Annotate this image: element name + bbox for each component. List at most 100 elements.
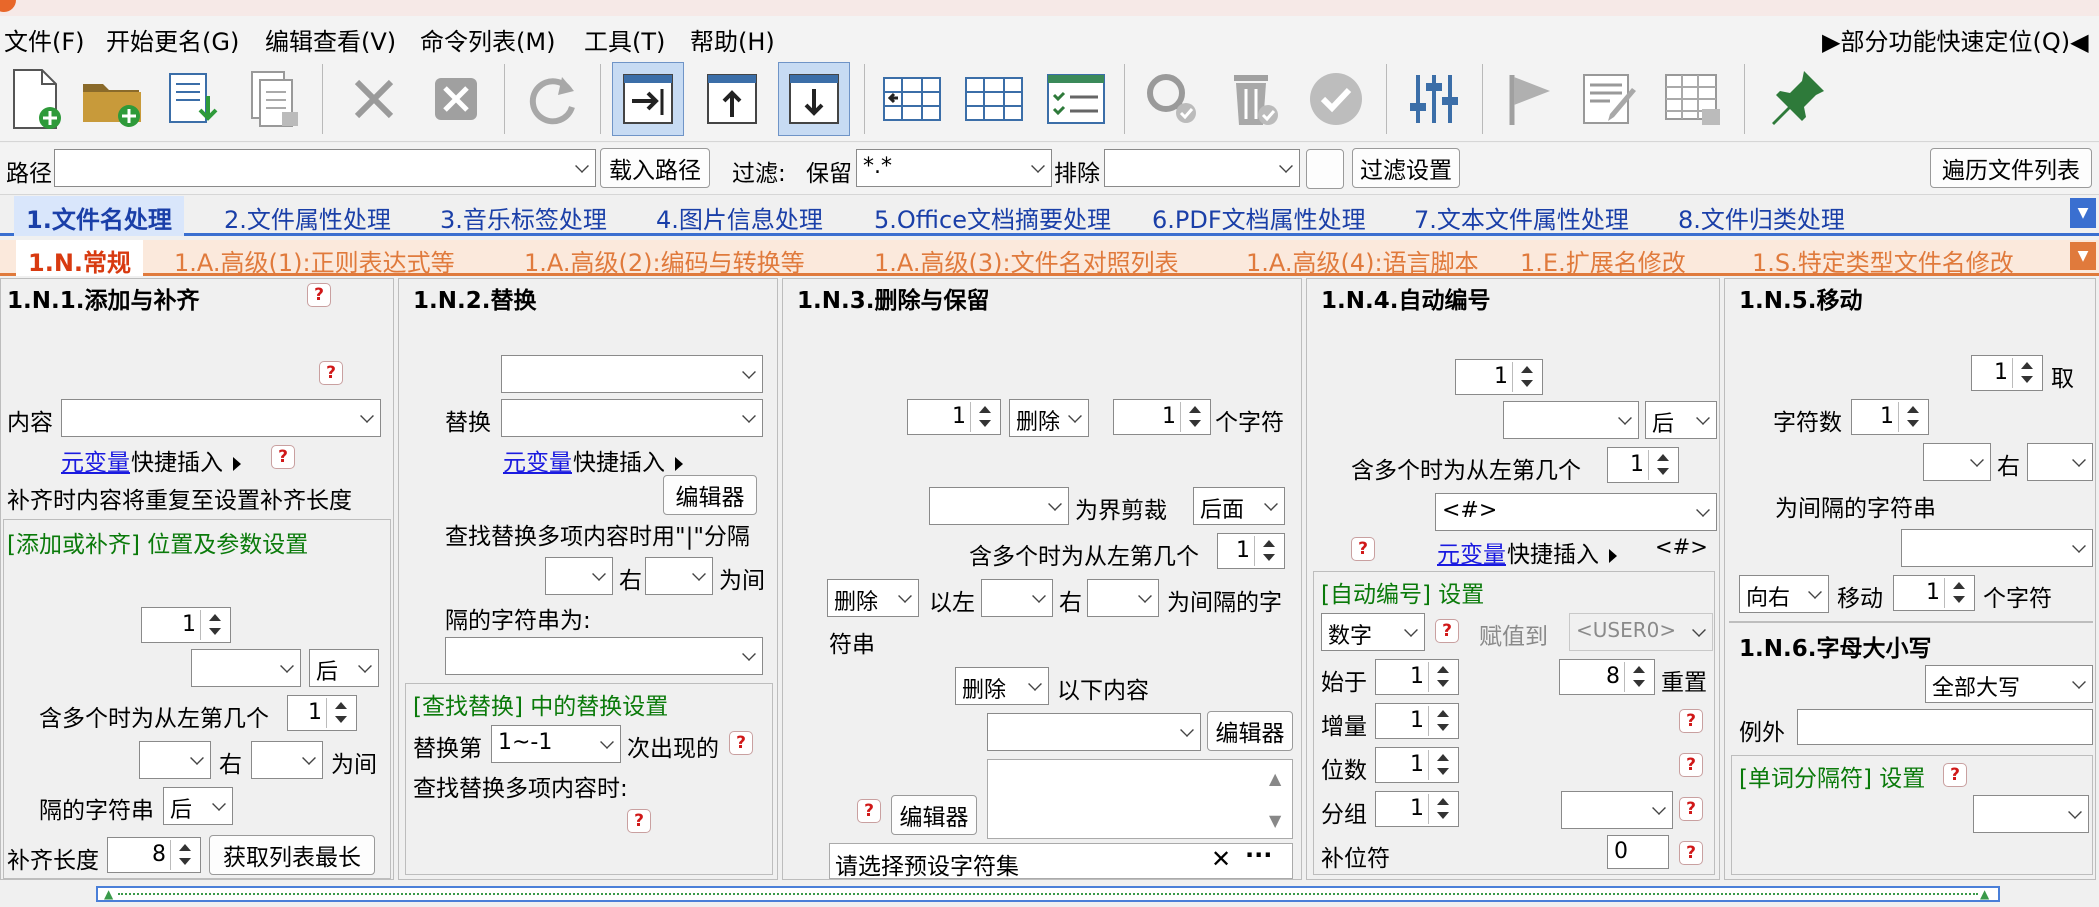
right-sep-select[interactable] — [645, 557, 713, 595]
menu-help[interactable]: 帮助(H) — [690, 22, 775, 57]
help-icon[interactable]: ? — [1351, 537, 1375, 561]
editor-button[interactable]: 编辑器 — [663, 475, 757, 515]
subtab-scroll-button[interactable]: ▼ — [2070, 242, 2096, 270]
group-sep-select[interactable] — [1561, 791, 1673, 829]
following-list[interactable] — [987, 759, 1293, 839]
menu-tools[interactable]: 工具(T) — [584, 22, 665, 57]
position-select[interactable] — [1503, 401, 1639, 439]
editor-button[interactable]: 编辑器 — [1207, 711, 1293, 751]
editor-button[interactable]: 编辑器 — [891, 795, 977, 835]
filter-toggle-button[interactable] — [1306, 149, 1344, 189]
exclude-filter-input[interactable] — [1104, 149, 1300, 187]
help-icon[interactable]: ? — [729, 731, 753, 755]
checklist-icon[interactable] — [1040, 62, 1112, 136]
menu-start-rename[interactable]: 开始更名(G) — [106, 22, 239, 57]
tab-image-info[interactable]: 4.图片信息处理 — [644, 196, 835, 236]
tab-file-classify[interactable]: 8.文件归类处理 — [1666, 196, 1857, 236]
char-count-spinner[interactable]: 1 — [1851, 399, 1929, 435]
group-spinner[interactable]: 1 — [1375, 791, 1459, 827]
number-type-select[interactable]: 数字 — [1321, 613, 1425, 651]
menu-command-list[interactable]: 命令列表(M) — [420, 22, 555, 57]
path-input[interactable] — [54, 149, 596, 187]
left-sep-select[interactable] — [545, 557, 613, 595]
multi-spinner[interactable]: 1 — [1217, 533, 1285, 569]
tab-file-attributes[interactable]: 2.文件属性处理 — [212, 196, 403, 236]
search-icon[interactable] — [1136, 62, 1208, 136]
pad-length-spinner[interactable]: 8 — [107, 837, 201, 873]
quick-insert-label[interactable]: 快捷插入 — [1507, 535, 1629, 569]
pad-char-input[interactable]: 0 — [1607, 835, 1669, 869]
right-sep-select[interactable] — [2027, 443, 2093, 481]
help-icon[interactable]: ? — [307, 283, 331, 307]
close-icon[interactable]: ✕ — [1211, 845, 1231, 873]
column-layout-icon[interactable] — [876, 62, 948, 136]
help-icon[interactable]: ? — [319, 361, 343, 385]
quick-insert-label[interactable]: 快捷插入 — [573, 443, 695, 477]
sep-str-input[interactable] — [1901, 529, 2093, 567]
tab-advanced-script[interactable]: 1.A.高级(4):语言脚本 — [1234, 240, 1491, 277]
move-up-icon[interactable] — [696, 62, 768, 136]
start-spinner[interactable]: 1 — [907, 399, 1001, 435]
tab-advanced-encoding[interactable]: 1.A.高级(2):编码与转换等 — [512, 240, 817, 277]
reset-spinner[interactable]: 8 — [1559, 659, 1655, 695]
get-max-length-button[interactable]: 获取列表最长 — [209, 835, 375, 875]
multi-spinner[interactable]: 1 — [287, 695, 357, 731]
help-icon[interactable]: ? — [1679, 841, 1703, 865]
more-icon[interactable]: ··· — [1245, 841, 1272, 869]
find-input[interactable] — [501, 355, 763, 393]
behind-select[interactable]: 后面 — [1193, 487, 1285, 525]
var-link[interactable]: 元变量 — [503, 443, 572, 477]
replace-input[interactable] — [501, 399, 763, 437]
edit-icon[interactable] — [1576, 62, 1648, 136]
boundary-input[interactable] — [929, 487, 1069, 525]
take-spinner[interactable]: 1 — [1971, 355, 2043, 391]
nth-select[interactable]: 1~-1 — [491, 725, 621, 763]
delete-left-select[interactable]: 删除 — [827, 579, 919, 617]
grid-icon[interactable] — [958, 62, 1030, 136]
content-input[interactable] — [61, 399, 381, 437]
help-icon[interactable]: ? — [1679, 753, 1703, 777]
sep-after-select[interactable]: 后 — [163, 787, 233, 825]
left-sep-select[interactable] — [1923, 443, 1991, 481]
move-down-icon[interactable] — [778, 62, 850, 136]
refresh-icon[interactable] — [516, 62, 588, 136]
case-select[interactable]: 全部大写 — [1925, 665, 2093, 703]
confirm-icon[interactable] — [1300, 62, 1372, 136]
scroll-up-icon[interactable]: ▲ — [1269, 769, 1281, 788]
tab-advanced-regex[interactable]: 1.A.高级(1):正则表达式等 — [162, 240, 467, 277]
left-sep-select[interactable] — [139, 741, 211, 779]
tab-advanced-mapping[interactable]: 1.A.高级(3):文件名对照列表 — [862, 240, 1191, 277]
quick-locate-menu[interactable]: ▶部分功能快速定位(Q)◀ — [1822, 22, 2089, 57]
tab-general[interactable]: 1.N.常规 — [16, 240, 144, 277]
scroll-down-icon[interactable]: ▼ — [1269, 811, 1281, 830]
tab-scroll-button[interactable]: ▼ — [2070, 198, 2096, 228]
tab-pdf-attributes[interactable]: 6.PDF文档属性处理 — [1140, 196, 1378, 236]
menu-edit-view[interactable]: 编辑查看(V) — [265, 22, 396, 57]
trash-check-icon[interactable] — [1218, 62, 1290, 136]
flag-icon[interactable] — [1494, 62, 1566, 136]
help-icon[interactable]: ? — [1943, 763, 1967, 787]
help-icon[interactable]: ? — [1679, 709, 1703, 733]
help-icon[interactable]: ? — [1435, 619, 1459, 643]
multi-spinner[interactable]: 1 — [1607, 447, 1679, 483]
var-link[interactable]: 元变量 — [1437, 535, 1506, 569]
new-file-icon[interactable] — [0, 62, 72, 136]
delete-following-select[interactable]: 删除 — [955, 667, 1049, 705]
digits-spinner[interactable]: 1 — [1375, 747, 1459, 783]
splitter-arrow-right-icon[interactable]: ▲ — [1980, 887, 1989, 901]
filter-settings-button[interactable]: 过滤设置 — [1352, 148, 1460, 188]
after-select[interactable]: 后 — [1645, 401, 1717, 439]
direction-select[interactable]: 向右 — [1739, 575, 1829, 613]
load-path-button[interactable]: 载入路径 — [600, 148, 710, 188]
sep-str-input[interactable] — [445, 637, 763, 675]
export-list-icon[interactable] — [240, 62, 312, 136]
right-sep-select[interactable] — [251, 741, 323, 779]
menu-file[interactable]: 文件(F) — [4, 22, 85, 57]
tab-filename[interactable]: 1.文件名处理 — [14, 196, 184, 236]
help-icon[interactable]: ? — [271, 445, 295, 469]
move-spinner[interactable]: 1 — [1893, 575, 1975, 611]
splitter-arrow-left-icon[interactable]: ▲ — [104, 887, 113, 901]
table-view-icon[interactable] — [1658, 62, 1730, 136]
delete-icon[interactable] — [338, 62, 410, 136]
start-spinner[interactable]: 1 — [1375, 659, 1459, 695]
